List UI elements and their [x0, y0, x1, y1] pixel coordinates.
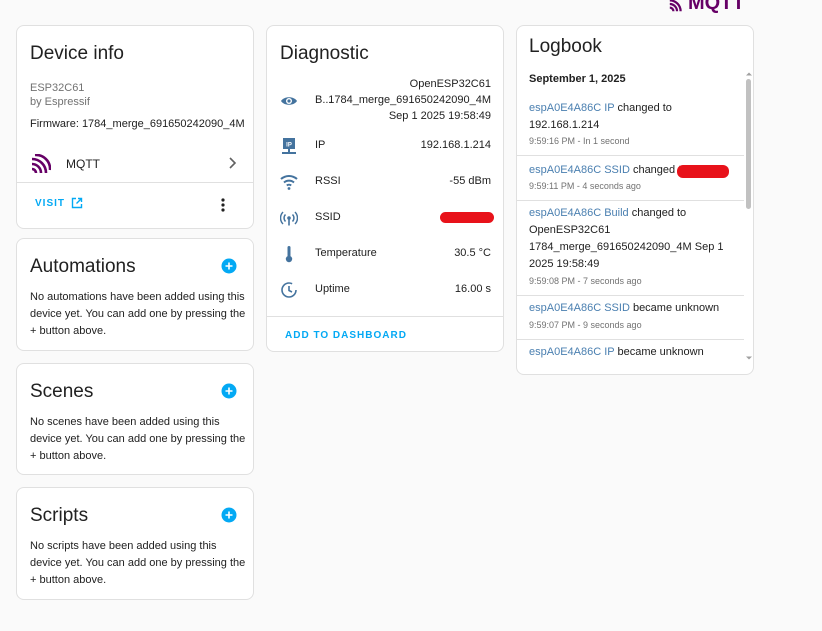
- log-entry-message: became unknown: [629, 302, 720, 314]
- clock-icon: [281, 282, 297, 298]
- diag-ssid-name: SSID: [315, 211, 341, 223]
- automations-description: No automations have been added using thi…: [30, 291, 246, 337]
- log-entry-time: 9:59:16 PM - In 1 second: [529, 136, 630, 146]
- diag-ip-name: IP: [315, 139, 326, 151]
- log-entry-text: espA0E4A86C IP changed to 192.168.1.214: [529, 100, 734, 134]
- scripts-title: Scripts: [30, 505, 89, 526]
- log-entry-time: 9:59:11 PM - 4 seconds ago: [529, 181, 641, 191]
- diagnostic-actions: ADD TO DASHBOARD: [267, 316, 503, 352]
- logbook-title: Logbook: [529, 36, 602, 57]
- chevron-right-icon: [229, 157, 237, 169]
- log-entry-text: espA0E4A86C Build changed to OpenESP32C6…: [529, 205, 734, 273]
- log-entry-time: 9:59:07 PM - 9 seconds ago: [529, 320, 642, 330]
- diag-temperature-name: Temperature: [315, 247, 377, 259]
- device-model: ESP32C61: [30, 82, 85, 94]
- device-firmware: Firmware: 1784_merge_691650242090_4M: [30, 118, 245, 130]
- open-in-new-icon: [71, 197, 83, 209]
- scripts-description: No scripts have been added using this de…: [30, 540, 246, 586]
- log-entity-link[interactable]: espA0E4A86C IP: [529, 102, 614, 114]
- logbook-scrollbar[interactable]: [744, 70, 753, 366]
- scroll-down-arrow-icon[interactable]: [745, 354, 753, 362]
- device-info-card: Device info ESP32C61 by Espressif Firmwa…: [16, 25, 254, 229]
- log-entry: espA0E4A86C SSID became unknown 9:59:07 …: [517, 296, 744, 340]
- visit-button[interactable]: VISIT: [35, 197, 83, 209]
- integration-label: MQTT: [66, 157, 100, 171]
- scenes-card: Scenes No scenes have been added using t…: [16, 363, 254, 475]
- automations-card: Automations No automations have been add…: [16, 238, 254, 351]
- ssid-redaction-mark: [677, 165, 729, 178]
- thermometer-icon: [285, 246, 293, 263]
- automations-title: Automations: [30, 256, 136, 277]
- diag-temperature-value: 30.5 °C: [454, 247, 491, 259]
- diag-rssi-value: -55 dBm: [449, 175, 491, 187]
- ip-network-icon: IP: [282, 138, 296, 154]
- scenes-description: No scenes have been added using this dev…: [30, 416, 246, 462]
- log-entity-link[interactable]: espA0E4A86C SSID: [529, 302, 630, 314]
- eye-icon: [281, 97, 297, 105]
- diag-uptime-value: 16.00 s: [454, 283, 491, 295]
- log-entry-text: espA0E4A86C IP became unknown: [529, 344, 734, 361]
- diag-row-temperature[interactable]: Temperature 30.5 °C: [267, 242, 503, 266]
- mqtt-logo-icon: [669, 0, 682, 11]
- log-entry-time: 9:59:08 PM - 7 seconds ago: [529, 276, 642, 286]
- device-info-actions: VISIT: [17, 182, 253, 228]
- ssid-redaction-mark: [440, 212, 494, 223]
- diag-row-uptime[interactable]: Uptime 16.00 s: [267, 278, 503, 302]
- log-entity-link[interactable]: espA0E4A86C Build: [529, 207, 629, 219]
- diag-ip-value: 192.168.1.214: [420, 139, 491, 151]
- diag-row-ssid[interactable]: SSID: [267, 206, 503, 230]
- diag-rssi-name: RSSI: [315, 175, 341, 187]
- add-to-dashboard-button[interactable]: ADD TO DASHBOARD: [285, 330, 407, 341]
- log-entry: espA0E4A86C IP became unknown: [517, 340, 744, 374]
- scripts-card: Scripts No scripts have been added using…: [16, 487, 254, 600]
- logbook-card: Logbook September 1, 2025 espA0E4A86C IP…: [516, 25, 754, 375]
- wifi-icon: [280, 175, 298, 190]
- diag-build-value-line2: 1784_merge_691650242090_4M: [328, 94, 491, 106]
- svg-text:IP: IP: [286, 143, 292, 149]
- access-point-icon: [280, 211, 298, 226]
- add-automation-button[interactable]: [221, 258, 237, 274]
- diag-build-value-line1: OpenESP32C61: [409, 78, 491, 90]
- device-info-title: Device info: [30, 43, 124, 64]
- log-entry: espA0E4A86C IP changed to 192.168.1.214 …: [517, 94, 744, 156]
- log-entry: espA0E4A86C Build changed to OpenESP32C6…: [517, 201, 744, 296]
- brand-logo-text: MQTT: [688, 0, 745, 14]
- log-entity-link[interactable]: espA0E4A86C SSID: [529, 164, 630, 176]
- diagnostic-card: Diagnostic B... OpenESP32C61 1784_merge_…: [266, 25, 504, 352]
- mqtt-icon: [31, 154, 51, 174]
- mqtt-brand-logo: MQTT: [668, 0, 745, 15]
- diag-uptime-name: Uptime: [315, 283, 350, 295]
- log-entry-message: became unknown: [614, 346, 704, 358]
- log-entry-text: espA0E4A86C SSID became unknown: [529, 300, 734, 317]
- diag-build-value-line3: Sep 1 2025 19:58:49: [388, 110, 491, 122]
- add-script-button[interactable]: [221, 507, 237, 523]
- logbook-date: September 1, 2025: [529, 73, 626, 85]
- integration-mqtt-row[interactable]: MQTT: [17, 146, 253, 182]
- diagnostic-title: Diagnostic: [280, 43, 369, 64]
- scrollbar-thumb[interactable]: [746, 79, 751, 209]
- add-scene-button[interactable]: [221, 383, 237, 399]
- diag-row-ip[interactable]: IP IP 192.168.1.214: [267, 134, 503, 158]
- device-manufacturer: by Espressif: [30, 96, 90, 108]
- more-vertical-icon[interactable]: [215, 196, 231, 214]
- diag-row-build[interactable]: B... OpenESP32C61 1784_merge_69165024209…: [267, 76, 503, 126]
- log-entity-link[interactable]: espA0E4A86C IP: [529, 346, 614, 358]
- diag-row-rssi[interactable]: RSSI -55 dBm: [267, 170, 503, 194]
- scroll-up-arrow-icon[interactable]: [745, 70, 753, 78]
- log-entry: espA0E4A86C SSID changed to 9:59:11 PM -…: [517, 156, 744, 201]
- visit-label: VISIT: [35, 197, 66, 209]
- scenes-title: Scenes: [30, 381, 94, 402]
